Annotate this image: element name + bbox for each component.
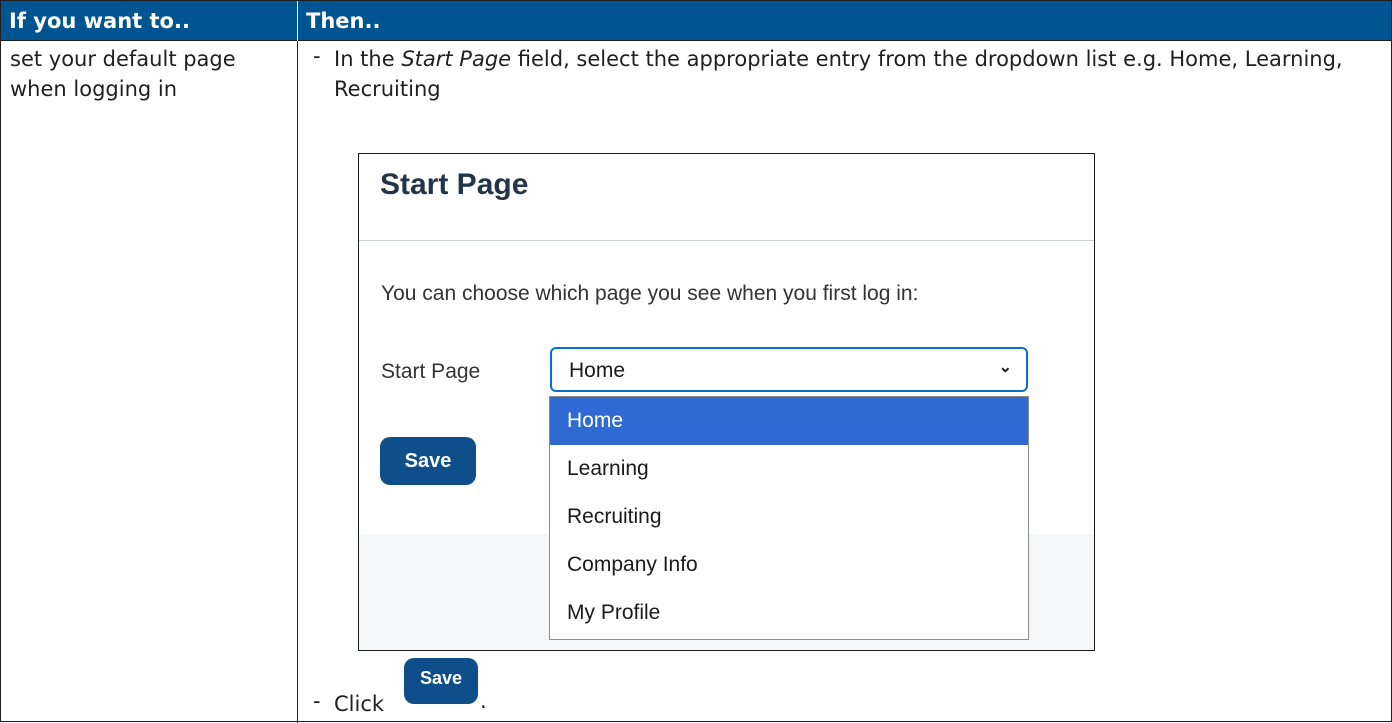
select-current-value: Home xyxy=(569,359,626,382)
step-dash: - xyxy=(313,689,321,713)
inline-save-button[interactable]: Save xyxy=(404,658,478,704)
start-page-field-label: Start Page xyxy=(381,360,481,383)
start-page-select[interactable]: Home ⌄ xyxy=(550,347,1028,392)
dropdown-option-my-profile[interactable]: My Profile xyxy=(550,589,1028,637)
column-divider xyxy=(297,41,298,723)
header-if-you-want-to: If you want to.. xyxy=(1,1,298,41)
title-divider xyxy=(359,240,1094,241)
start-page-dropdown-list: Home Learning Recruiting Company Info My… xyxy=(549,396,1029,640)
step-1-before: In the xyxy=(334,47,402,71)
chevron-down-icon: ⌄ xyxy=(998,359,1012,376)
step-2-text: Click xyxy=(334,692,385,716)
step-1-text: In the Start Page field, select the appr… xyxy=(334,44,1374,104)
dropdown-option-home[interactable]: Home xyxy=(550,397,1028,445)
dropdown-option-recruiting[interactable]: Recruiting xyxy=(550,493,1028,541)
condition-cell: set your default page when logging in xyxy=(10,47,236,101)
dropdown-option-company-info[interactable]: Company Info xyxy=(550,541,1028,589)
step-dash: - xyxy=(313,44,321,68)
step-2-period: . xyxy=(480,689,487,713)
table-header-row: If you want to.. Then.. xyxy=(1,1,1391,41)
step-1-field-name: Start Page xyxy=(401,47,512,71)
header-then: Then.. xyxy=(306,9,381,33)
start-page-screenshot: Start Page You can choose which page you… xyxy=(358,153,1095,651)
start-page-description: You can choose which page you see when y… xyxy=(381,282,919,305)
start-page-title: Start Page xyxy=(380,168,529,201)
dropdown-option-learning[interactable]: Learning xyxy=(550,445,1028,493)
instruction-table: If you want to.. Then.. set your default… xyxy=(0,0,1392,723)
save-button[interactable]: Save xyxy=(380,437,476,485)
